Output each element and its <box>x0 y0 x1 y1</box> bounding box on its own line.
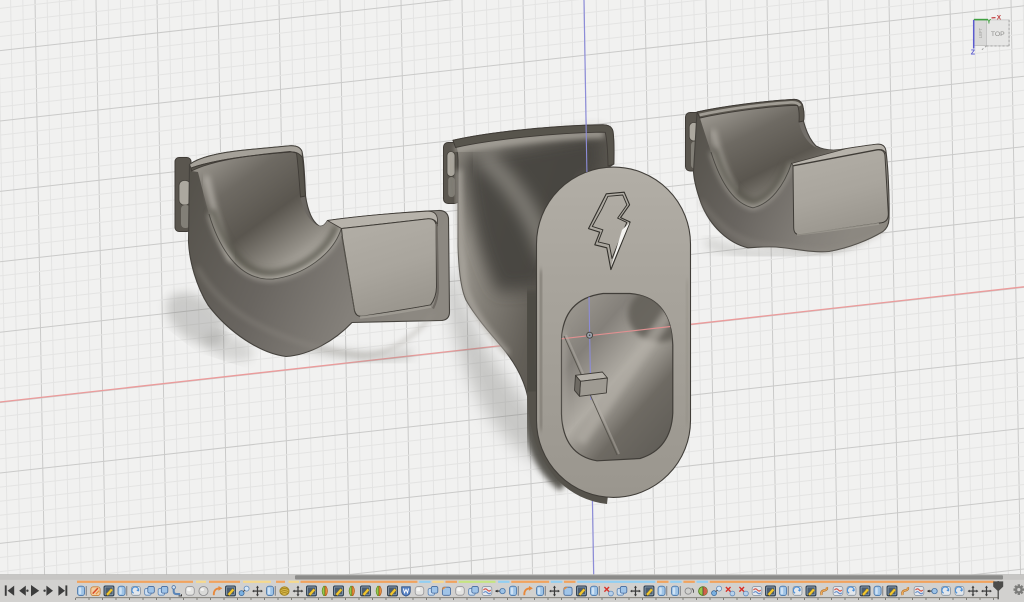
svg-text:TOP: TOP <box>991 31 1005 38</box>
svg-text:X: X <box>997 15 1002 22</box>
svg-text:Z: Z <box>971 50 976 57</box>
svg-text:LEFT: LEFT <box>978 27 983 38</box>
svg-text:Y: Y <box>987 19 992 26</box>
